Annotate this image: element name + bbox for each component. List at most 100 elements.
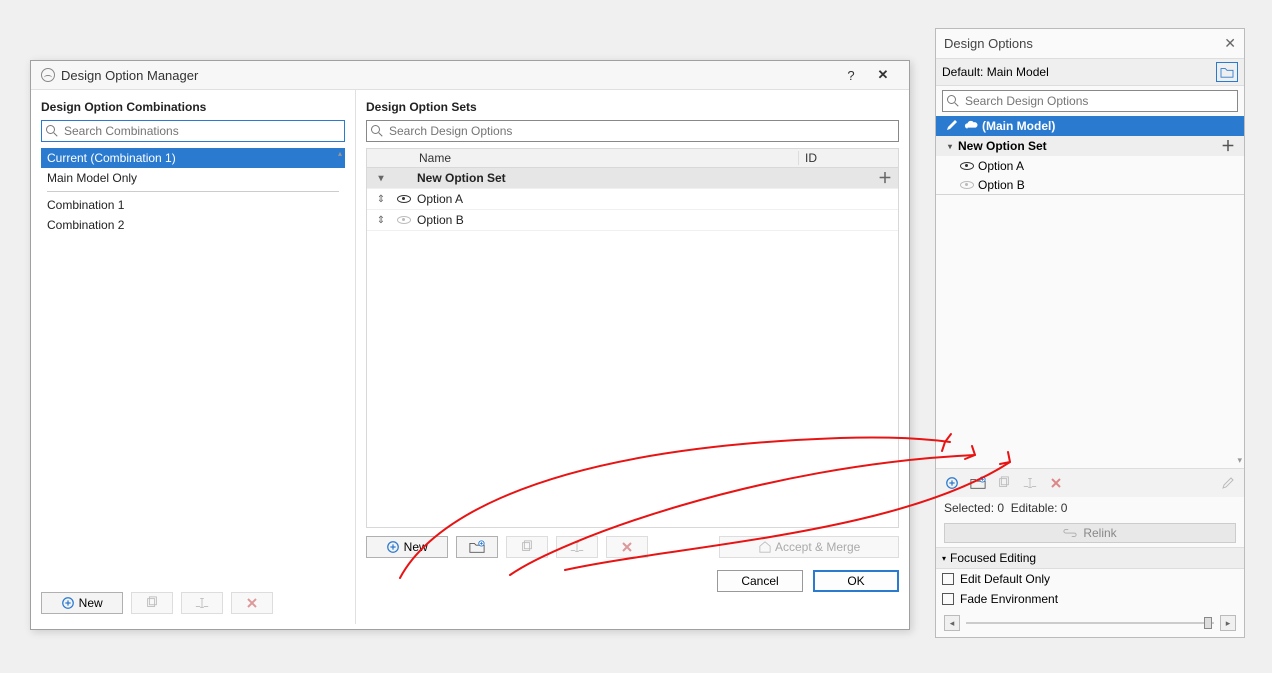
option-sets-tree: ▾ New Option Set ＋ ⇕ Option A ⇕ Option B: [366, 168, 899, 528]
fade-environment-checkbox[interactable]: Fade Environment: [936, 589, 1244, 609]
plus-circle-icon: [386, 540, 400, 554]
relink-label: Relink: [1083, 526, 1116, 540]
search-icon: [371, 125, 383, 137]
option-name: Option B: [413, 213, 872, 227]
new-option-button[interactable]: New: [366, 536, 448, 558]
expand-icon[interactable]: ▾: [942, 142, 958, 151]
eye-icon[interactable]: [397, 195, 411, 203]
panel-search[interactable]: [942, 90, 1238, 112]
focused-editing-header[interactable]: ▾ Focused Editing: [936, 547, 1244, 569]
scroll-up-icon[interactable]: ▴: [335, 148, 345, 160]
panel-new-set-button[interactable]: [970, 475, 986, 491]
scroll-down-icon[interactable]: ▾: [1237, 455, 1242, 466]
close-button[interactable]: ✕: [867, 67, 899, 83]
combination-item-1[interactable]: Combination 1: [41, 195, 345, 215]
list-divider: [47, 191, 339, 192]
fade-slider[interactable]: [966, 622, 1214, 624]
pencil-icon: [942, 119, 962, 134]
copy-icon: [145, 596, 159, 610]
panel-add-option-button[interactable]: ＋: [1218, 136, 1238, 156]
x-icon: [621, 541, 633, 553]
option-sets-toolbar: New Accept & Merge: [366, 528, 899, 558]
option-row-b[interactable]: ⇕ Option B: [367, 210, 898, 231]
main-model-row[interactable]: (Main Model): [936, 116, 1244, 136]
help-button[interactable]: ?: [835, 68, 867, 83]
search-icon: [947, 95, 959, 107]
panel-option-set-row[interactable]: ▾ New Option Set ＋: [936, 136, 1244, 156]
ok-button[interactable]: OK: [813, 570, 899, 592]
panel-option-label: Option B: [978, 178, 1025, 192]
eye-icon[interactable]: [960, 181, 974, 189]
delete-combination-button[interactable]: [231, 592, 273, 614]
rename-option-button[interactable]: [556, 536, 598, 558]
combination-item-2[interactable]: Combination 2: [41, 215, 345, 235]
combination-item-current[interactable]: Current (Combination 1): [41, 148, 345, 168]
relink-button[interactable]: Relink: [944, 523, 1236, 543]
panel-close-button[interactable]: ✕: [1224, 35, 1236, 52]
column-id[interactable]: ID: [798, 151, 898, 165]
plus-circle-icon: [61, 596, 75, 610]
edit-default-label: Edit Default Only: [960, 572, 1050, 586]
combinations-heading: Design Option Combinations: [41, 100, 345, 114]
option-row-a[interactable]: ⇕ Option A: [367, 189, 898, 210]
panel-option-b[interactable]: Option B: [936, 175, 1244, 194]
combinations-search[interactable]: [41, 120, 345, 142]
add-option-button[interactable]: ＋: [872, 168, 898, 188]
expand-icon[interactable]: ▾: [367, 173, 395, 184]
new-combination-button[interactable]: New: [41, 592, 123, 614]
option-name: Option A: [413, 192, 872, 206]
duplicate-combination-button[interactable]: [131, 592, 173, 614]
edit-default-only-checkbox[interactable]: Edit Default Only: [936, 569, 1244, 589]
new-combination-label: New: [79, 596, 103, 610]
selected-count: 0: [997, 501, 1004, 515]
panel-tree-empty: ▾: [936, 195, 1244, 468]
duplicate-option-button[interactable]: [506, 536, 548, 558]
panel-delete-button[interactable]: [1048, 475, 1064, 491]
slider-increment[interactable]: ▸: [1220, 615, 1236, 631]
new-option-set-button[interactable]: [456, 536, 498, 558]
panel-status: Selected: 0 Editable: 0: [936, 497, 1244, 519]
panel-new-option-button[interactable]: [944, 475, 960, 491]
slider-decrement[interactable]: ◂: [944, 615, 960, 631]
combinations-search-input[interactable]: [62, 123, 340, 139]
app-icon: [41, 68, 55, 82]
rename-combination-button[interactable]: [181, 592, 223, 614]
open-manager-button[interactable]: [1216, 62, 1238, 82]
option-sets-search[interactable]: [366, 120, 899, 142]
default-row: Default: Main Model: [936, 58, 1244, 86]
panel-rename-button[interactable]: [1022, 475, 1038, 491]
manager-title: Design Option Manager: [61, 68, 835, 83]
panel-duplicate-button[interactable]: [996, 475, 1012, 491]
link-icon: [1063, 528, 1077, 538]
panel-option-a[interactable]: Option A: [936, 156, 1244, 175]
home-icon: [758, 541, 772, 553]
panel-edit-button[interactable]: [1220, 475, 1236, 491]
folder-plus-icon: [469, 540, 485, 554]
x-icon: [246, 597, 258, 609]
reorder-handle[interactable]: ⇕: [367, 194, 395, 205]
option-sets-pane: Design Option Sets Name ID ▾ New Option …: [356, 90, 909, 624]
option-sets-heading: Design Option Sets: [366, 100, 899, 114]
eye-icon[interactable]: [960, 162, 974, 170]
search-icon: [46, 125, 58, 137]
design-option-manager-dialog: Design Option Manager ? ✕ Design Option …: [30, 60, 910, 630]
panel-option-label: Option A: [978, 159, 1024, 173]
panel-search-input[interactable]: [963, 93, 1233, 109]
accept-merge-button[interactable]: Accept & Merge: [719, 536, 899, 558]
panel-toolstrip: [936, 468, 1244, 497]
combination-item-main-model-only[interactable]: Main Model Only: [41, 168, 345, 188]
cancel-button[interactable]: Cancel: [717, 570, 803, 592]
eye-icon[interactable]: [397, 216, 411, 224]
delete-option-button[interactable]: [606, 536, 648, 558]
reorder-handle[interactable]: ⇕: [367, 215, 395, 226]
default-value: Main Model: [987, 65, 1049, 79]
slider-thumb[interactable]: [1204, 617, 1212, 629]
column-name[interactable]: Name: [413, 151, 798, 165]
combinations-list: Current (Combination 1) Main Model Only …: [41, 148, 345, 584]
option-set-row[interactable]: ▾ New Option Set ＋: [367, 168, 898, 189]
panel-title: Design Options: [944, 36, 1224, 51]
option-sets-search-input[interactable]: [387, 123, 894, 139]
combinations-scrollbar[interactable]: ▴: [335, 148, 345, 584]
copy-icon: [520, 540, 534, 554]
checkbox-icon: [942, 573, 954, 585]
